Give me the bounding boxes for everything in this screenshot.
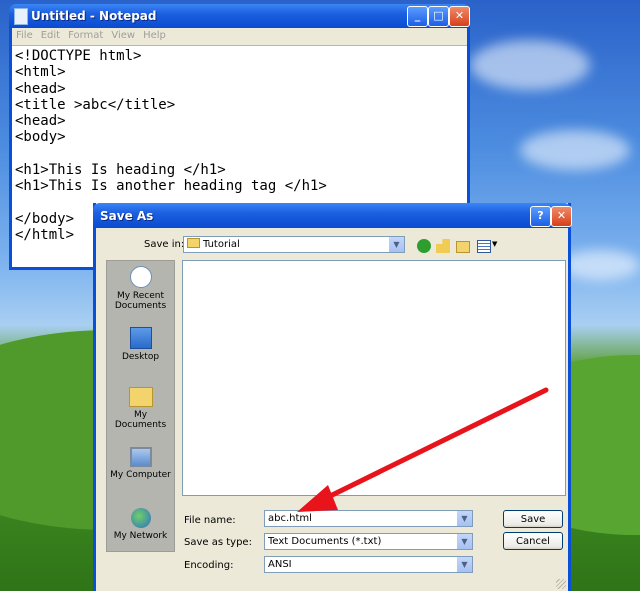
resize-grip[interactable] [556, 579, 566, 589]
save-button[interactable]: Save [503, 510, 563, 528]
save-as-type-dropdown[interactable]: Text Documents (*.txt) ▼ [264, 533, 473, 550]
minimize-button[interactable]: _ [407, 6, 428, 27]
place-my-computer[interactable]: My Computer [107, 447, 174, 480]
notepad-titlebar[interactable]: Untitled - Notepad _ □ ✕ [9, 4, 470, 28]
place-label: My Network [113, 531, 168, 541]
menu-help[interactable]: Help [143, 30, 166, 41]
place-label: My Documents [114, 410, 167, 430]
close-button[interactable]: ✕ [449, 6, 470, 27]
menu-view[interactable]: View [111, 30, 135, 41]
my-network-icon [130, 508, 151, 528]
menu-format[interactable]: Format [68, 30, 103, 41]
file-name-value: abc.html [268, 513, 312, 524]
dialog-titlebar[interactable]: Save As ? ✕ [93, 203, 572, 228]
menu-file[interactable]: File [16, 30, 33, 41]
place-label: Desktop [121, 352, 160, 362]
notepad-title: Untitled - Notepad [31, 9, 157, 23]
places-bar: My Recent Documents Desktop My Documents… [106, 260, 175, 552]
recent-documents-icon [129, 266, 152, 288]
file-name-label: File name: [184, 515, 236, 526]
file-name-chevron-icon[interactable]: ▼ [456, 511, 472, 526]
place-label: My Recent Documents [114, 291, 167, 311]
back-icon[interactable] [417, 239, 431, 253]
save-in-dropdown[interactable]: Tutorial ▼ [183, 236, 405, 253]
my-computer-icon [129, 447, 152, 467]
cancel-button[interactable]: Cancel [503, 532, 563, 550]
save-as-type-label: Save as type: [184, 537, 252, 548]
desktop-icon [129, 327, 152, 349]
save-in-value: Tutorial [203, 239, 240, 250]
folder-icon [187, 238, 200, 248]
dialog-title: Save As [100, 209, 154, 223]
help-button[interactable]: ? [530, 206, 551, 227]
notepad-icon [14, 8, 28, 25]
place-label: My Computer [110, 470, 171, 480]
encoding-dropdown[interactable]: ANSI ▼ [264, 556, 473, 573]
up-folder-icon[interactable] [436, 239, 450, 253]
place-my-network[interactable]: My Network [107, 508, 174, 541]
save-as-dialog: Save As ? ✕ Save in: Tutorial ▼ ▼ My Rec… [93, 203, 572, 591]
notepad-menubar: File Edit Format View Help [12, 28, 467, 45]
new-folder-icon[interactable] [456, 241, 470, 253]
save-as-type-value: Text Documents (*.txt) [268, 536, 382, 547]
my-documents-icon [128, 387, 153, 407]
views-chevron-icon: ▼ [492, 240, 498, 248]
encoding-chevron-icon: ▼ [456, 557, 472, 572]
menu-edit[interactable]: Edit [41, 30, 60, 41]
save-as-type-chevron-icon: ▼ [456, 534, 472, 549]
encoding-label: Encoding: [184, 560, 234, 571]
place-my-documents[interactable]: My Documents [107, 387, 174, 430]
dialog-close-button[interactable]: ✕ [551, 206, 572, 227]
encoding-value: ANSI [268, 559, 292, 570]
place-my-recent-documents[interactable]: My Recent Documents [107, 266, 174, 311]
views-menu-icon[interactable] [477, 240, 491, 253]
maximize-button[interactable]: □ [428, 6, 449, 27]
save-in-label: Save in: [144, 239, 185, 250]
file-list-area[interactable] [182, 260, 566, 496]
file-name-input[interactable]: abc.html ▼ [264, 510, 473, 527]
place-desktop[interactable]: Desktop [107, 327, 174, 362]
chevron-down-icon: ▼ [388, 237, 404, 252]
